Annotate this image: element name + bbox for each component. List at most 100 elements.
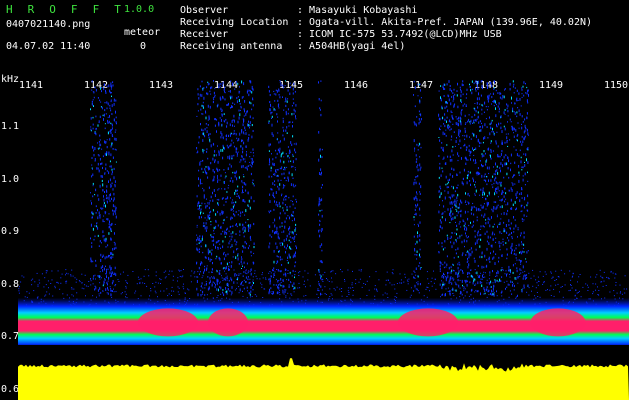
speckle <box>519 149 521 152</box>
speckle <box>465 148 467 151</box>
speckle <box>90 200 92 202</box>
info-label-location: Receiving Location <box>180 17 289 28</box>
speckle <box>289 121 291 123</box>
speckle <box>512 264 514 267</box>
speckle <box>514 277 516 280</box>
speckle <box>102 166 103 170</box>
speckle <box>237 151 239 153</box>
speckle <box>600 275 602 277</box>
speckle <box>454 232 456 234</box>
speckle <box>386 293 388 295</box>
speckle <box>97 142 98 144</box>
speckle <box>510 198 512 202</box>
speckle <box>474 193 476 195</box>
speckle <box>481 122 482 125</box>
speckle <box>47 280 49 282</box>
speckle <box>241 256 242 258</box>
speckle <box>232 142 234 144</box>
speckle <box>455 201 457 204</box>
speckle <box>164 277 166 279</box>
speckle <box>515 244 517 246</box>
speckle <box>108 180 109 183</box>
speckle <box>414 271 416 273</box>
speckle <box>106 146 108 149</box>
speckle <box>225 198 227 200</box>
speckle <box>146 285 148 287</box>
speckle <box>304 270 306 272</box>
speckle <box>243 226 245 229</box>
speckle <box>515 224 517 228</box>
speckle <box>417 164 419 166</box>
speckle <box>271 175 273 178</box>
speckle <box>621 293 623 295</box>
speckle <box>449 196 451 200</box>
info-label-observer: Observer <box>180 5 229 16</box>
speckle <box>274 274 276 276</box>
speckle <box>238 273 240 275</box>
speckle <box>481 284 483 287</box>
speckle <box>232 217 233 219</box>
speckle <box>70 274 72 276</box>
speckle <box>245 269 247 271</box>
speckle <box>222 240 224 243</box>
speckle <box>92 212 94 216</box>
speckle <box>110 153 112 157</box>
speckle <box>294 110 296 113</box>
speckle <box>509 276 511 278</box>
speckle <box>92 127 94 130</box>
speckle <box>417 283 419 286</box>
speckle <box>470 269 472 271</box>
speckle <box>396 283 398 284</box>
speckle <box>470 253 472 257</box>
speckle <box>275 89 277 92</box>
speckle <box>102 114 104 117</box>
speckle <box>273 90 275 92</box>
speckle <box>269 234 271 237</box>
speckle <box>57 270 59 272</box>
speckle <box>135 290 137 292</box>
speckle <box>486 247 488 251</box>
speckle <box>231 95 233 99</box>
speckle <box>455 289 457 292</box>
speckle <box>245 272 247 274</box>
speckle <box>291 220 293 222</box>
speckle <box>252 152 254 154</box>
speckle <box>71 269 73 271</box>
speckle <box>511 237 513 240</box>
speckle <box>234 239 236 242</box>
speckle <box>494 100 496 104</box>
speckle <box>220 233 222 235</box>
speckle <box>457 266 459 270</box>
speckle <box>296 200 297 203</box>
speckle <box>514 102 516 105</box>
speckle <box>254 294 256 296</box>
speckle <box>483 203 485 205</box>
speckle <box>283 109 285 111</box>
speckle <box>244 227 246 230</box>
speckle <box>466 177 468 180</box>
speckle <box>462 135 464 137</box>
speckle <box>273 93 275 95</box>
speckle <box>401 282 403 284</box>
speckle <box>98 293 100 295</box>
speckle <box>289 226 291 230</box>
speckle <box>219 270 220 272</box>
speckle <box>419 234 421 237</box>
speckle <box>73 288 75 290</box>
speckle <box>232 207 234 209</box>
speckle <box>245 153 247 157</box>
speckle <box>520 234 521 237</box>
speckle <box>476 234 478 236</box>
meteor-count: 0 <box>140 41 147 52</box>
speckle <box>221 212 223 215</box>
speckle <box>277 168 279 171</box>
speckle <box>374 295 376 297</box>
speckle <box>515 296 517 298</box>
speckle <box>585 283 587 285</box>
speckle <box>287 155 289 157</box>
speckle <box>94 225 96 227</box>
speckle <box>320 186 322 189</box>
speckle <box>231 105 232 108</box>
speckle <box>376 288 377 290</box>
speckle <box>286 209 288 211</box>
